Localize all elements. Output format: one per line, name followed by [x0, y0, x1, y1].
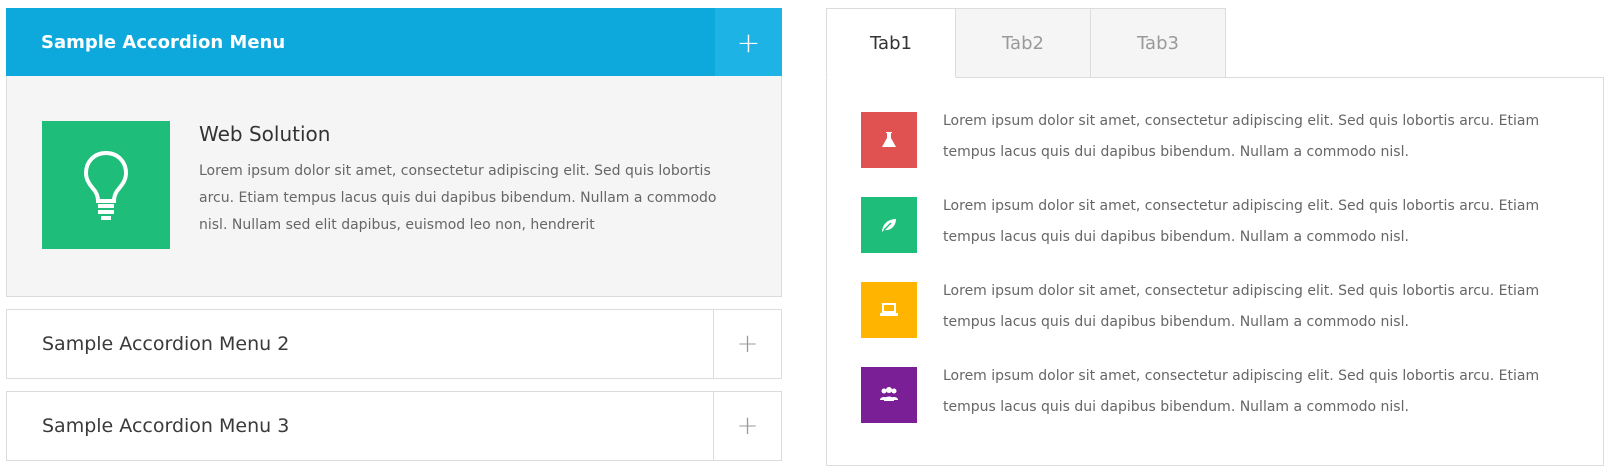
- tab-3[interactable]: Tab3: [1091, 8, 1226, 78]
- flask-icon: [861, 112, 917, 168]
- accordion-toggle-plus-icon[interactable]: +: [713, 310, 781, 378]
- lightbulb-icon: [42, 121, 170, 249]
- accordion-title-2: Sample Accordion Menu 2: [42, 333, 290, 355]
- accordion-toggle-plus-icon[interactable]: +: [714, 8, 782, 76]
- accordion-title-1: Sample Accordion Menu: [41, 31, 286, 53]
- list-item: Lorem ipsum dolor sit amet, consectetur …: [861, 112, 1603, 197]
- tabs-widget: Tab1 Tab2 Tab3 Lorem ipsum dolor sit ame…: [826, 8, 1604, 466]
- accordion-title-3: Sample Accordion Menu 3: [42, 415, 290, 437]
- accordion-item-2: Sample Accordion Menu 2 +: [6, 309, 782, 379]
- list-item: Lorem ipsum dolor sit amet, consectetur …: [861, 367, 1603, 452]
- leaf-icon: [861, 197, 917, 253]
- tab-1[interactable]: Tab1: [826, 8, 956, 78]
- list-item-text: Lorem ipsum dolor sit amet, consectetur …: [943, 283, 1540, 330]
- accordion-item-3: Sample Accordion Menu 3 +: [6, 391, 782, 461]
- accordion: Sample Accordion Menu + Web Solution Lor…: [6, 8, 782, 472]
- list-item: Lorem ipsum dolor sit amet, consectetur …: [861, 197, 1603, 282]
- users-icon: [861, 367, 917, 423]
- list-item-text: Lorem ipsum dolor sit amet, consectetur …: [943, 198, 1540, 245]
- accordion-item-1: Sample Accordion Menu + Web Solution Lor…: [6, 8, 782, 297]
- tab-bar: Tab1 Tab2 Tab3: [826, 8, 1604, 78]
- accordion-toggle-plus-icon[interactable]: +: [713, 392, 781, 460]
- feature-text: Web Solution Lorem ipsum dolor sit amet,…: [199, 122, 741, 239]
- feature-heading: Web Solution: [199, 122, 331, 146]
- feature-description: Lorem ipsum dolor sit amet, consectetur …: [199, 163, 717, 233]
- tab-panel: Lorem ipsum dolor sit amet, consectetur …: [826, 77, 1604, 466]
- accordion-body-1: Web Solution Lorem ipsum dolor sit amet,…: [6, 76, 782, 297]
- accordion-header-3[interactable]: Sample Accordion Menu 3 +: [7, 392, 781, 460]
- accordion-header-1[interactable]: Sample Accordion Menu +: [6, 8, 782, 76]
- list-item-text: Lorem ipsum dolor sit amet, consectetur …: [943, 368, 1540, 415]
- accordion-header-2[interactable]: Sample Accordion Menu 2 +: [7, 310, 781, 378]
- list-item-text: Lorem ipsum dolor sit amet, consectetur …: [943, 113, 1540, 160]
- tab-2[interactable]: Tab2: [956, 8, 1091, 78]
- list-item: Lorem ipsum dolor sit amet, consectetur …: [861, 282, 1603, 367]
- laptop-icon: [861, 282, 917, 338]
